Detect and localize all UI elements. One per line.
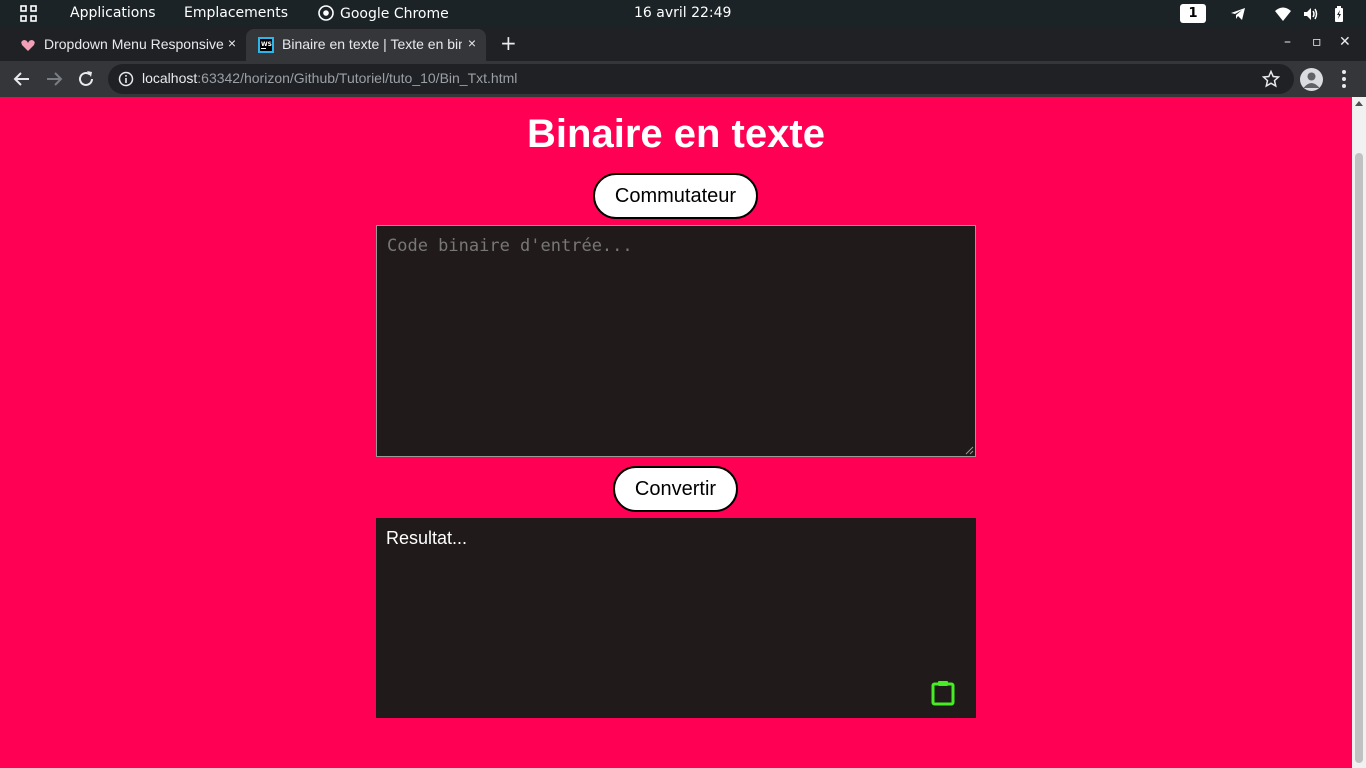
- page-content: Binaire en texte Commutateur Convertir R…: [0, 97, 1352, 768]
- telegram-icon[interactable]: [1229, 5, 1247, 23]
- url-path: :63342/horizon/Github/Tutoriel/tuto_10/B…: [197, 70, 518, 86]
- clock[interactable]: 16 avril 22:49: [634, 5, 731, 21]
- webstorm-icon: WS: [258, 37, 274, 53]
- reload-icon[interactable]: [76, 69, 96, 89]
- resize-grip-icon[interactable]: [965, 446, 974, 455]
- switch-button[interactable]: Commutateur: [593, 173, 758, 219]
- tab-title: Dropdown Menu Responsive: [44, 36, 224, 52]
- browser-toolbar: localhost:63342/horizon/Github/Tutoriel/…: [0, 61, 1366, 97]
- places-menu[interactable]: Emplacements: [184, 5, 288, 21]
- tab-strip: Dropdown Menu Responsive × WS Binaire en…: [0, 27, 1366, 61]
- result-panel: Resultat...: [376, 518, 976, 718]
- maximize-button[interactable]: ▫: [1312, 34, 1322, 50]
- heart-icon: [21, 40, 35, 51]
- active-app-label: Google Chrome: [340, 6, 449, 22]
- forward-icon[interactable]: [44, 69, 64, 89]
- tab-close-button[interactable]: ×: [468, 35, 476, 51]
- address-bar[interactable]: localhost:63342/horizon/Github/Tutoriel/…: [108, 64, 1294, 94]
- result-text: Resultat...: [386, 528, 468, 548]
- volume-icon[interactable]: [1302, 5, 1320, 23]
- convert-button[interactable]: Convertir: [613, 466, 738, 512]
- tab-binaire-en-texte[interactable]: WS Binaire en texte | Texte en binaire ×: [246, 29, 486, 61]
- scroll-up-arrow-icon[interactable]: [1355, 101, 1363, 106]
- url-host: localhost: [142, 70, 198, 86]
- close-window-button[interactable]: ✕: [1339, 34, 1351, 50]
- new-tab-button[interactable]: +: [500, 31, 517, 55]
- battery-icon[interactable]: [1330, 5, 1348, 23]
- scrollbar-thumb[interactable]: [1355, 153, 1363, 763]
- chrome-icon: [318, 5, 334, 21]
- wifi-icon[interactable]: [1274, 5, 1292, 23]
- info-icon[interactable]: [118, 71, 134, 87]
- tab-close-button[interactable]: ×: [228, 35, 236, 51]
- back-icon[interactable]: [12, 69, 32, 89]
- tab-dropdown-menu[interactable]: Dropdown Menu Responsive ×: [8, 29, 246, 61]
- applications-menu[interactable]: Applications: [70, 5, 156, 21]
- minimize-button[interactable]: –: [1284, 34, 1291, 50]
- url-text: localhost:63342/horizon/Github/Tutoriel/…: [142, 70, 517, 86]
- binary-input[interactable]: [376, 225, 976, 457]
- svg-text:WS: WS: [261, 41, 272, 48]
- more-menu-icon[interactable]: [1336, 68, 1352, 90]
- user-icon: [1303, 72, 1320, 88]
- app-grid-icon[interactable]: [19, 4, 39, 24]
- page-scrollbar[interactable]: [1352, 97, 1366, 768]
- active-app-menu[interactable]: Google Chrome: [318, 5, 449, 22]
- workspace-indicator[interactable]: 1: [1180, 4, 1206, 23]
- system-top-bar: Applications Emplacements Google Chrome …: [0, 0, 1366, 27]
- page-title: Binaire en texte: [527, 112, 825, 156]
- profile-avatar[interactable]: [1300, 68, 1323, 91]
- tab-title: Binaire en texte | Texte en binaire: [282, 36, 462, 52]
- clipboard-icon[interactable]: [931, 680, 955, 706]
- bookmark-star-icon[interactable]: [1262, 70, 1280, 88]
